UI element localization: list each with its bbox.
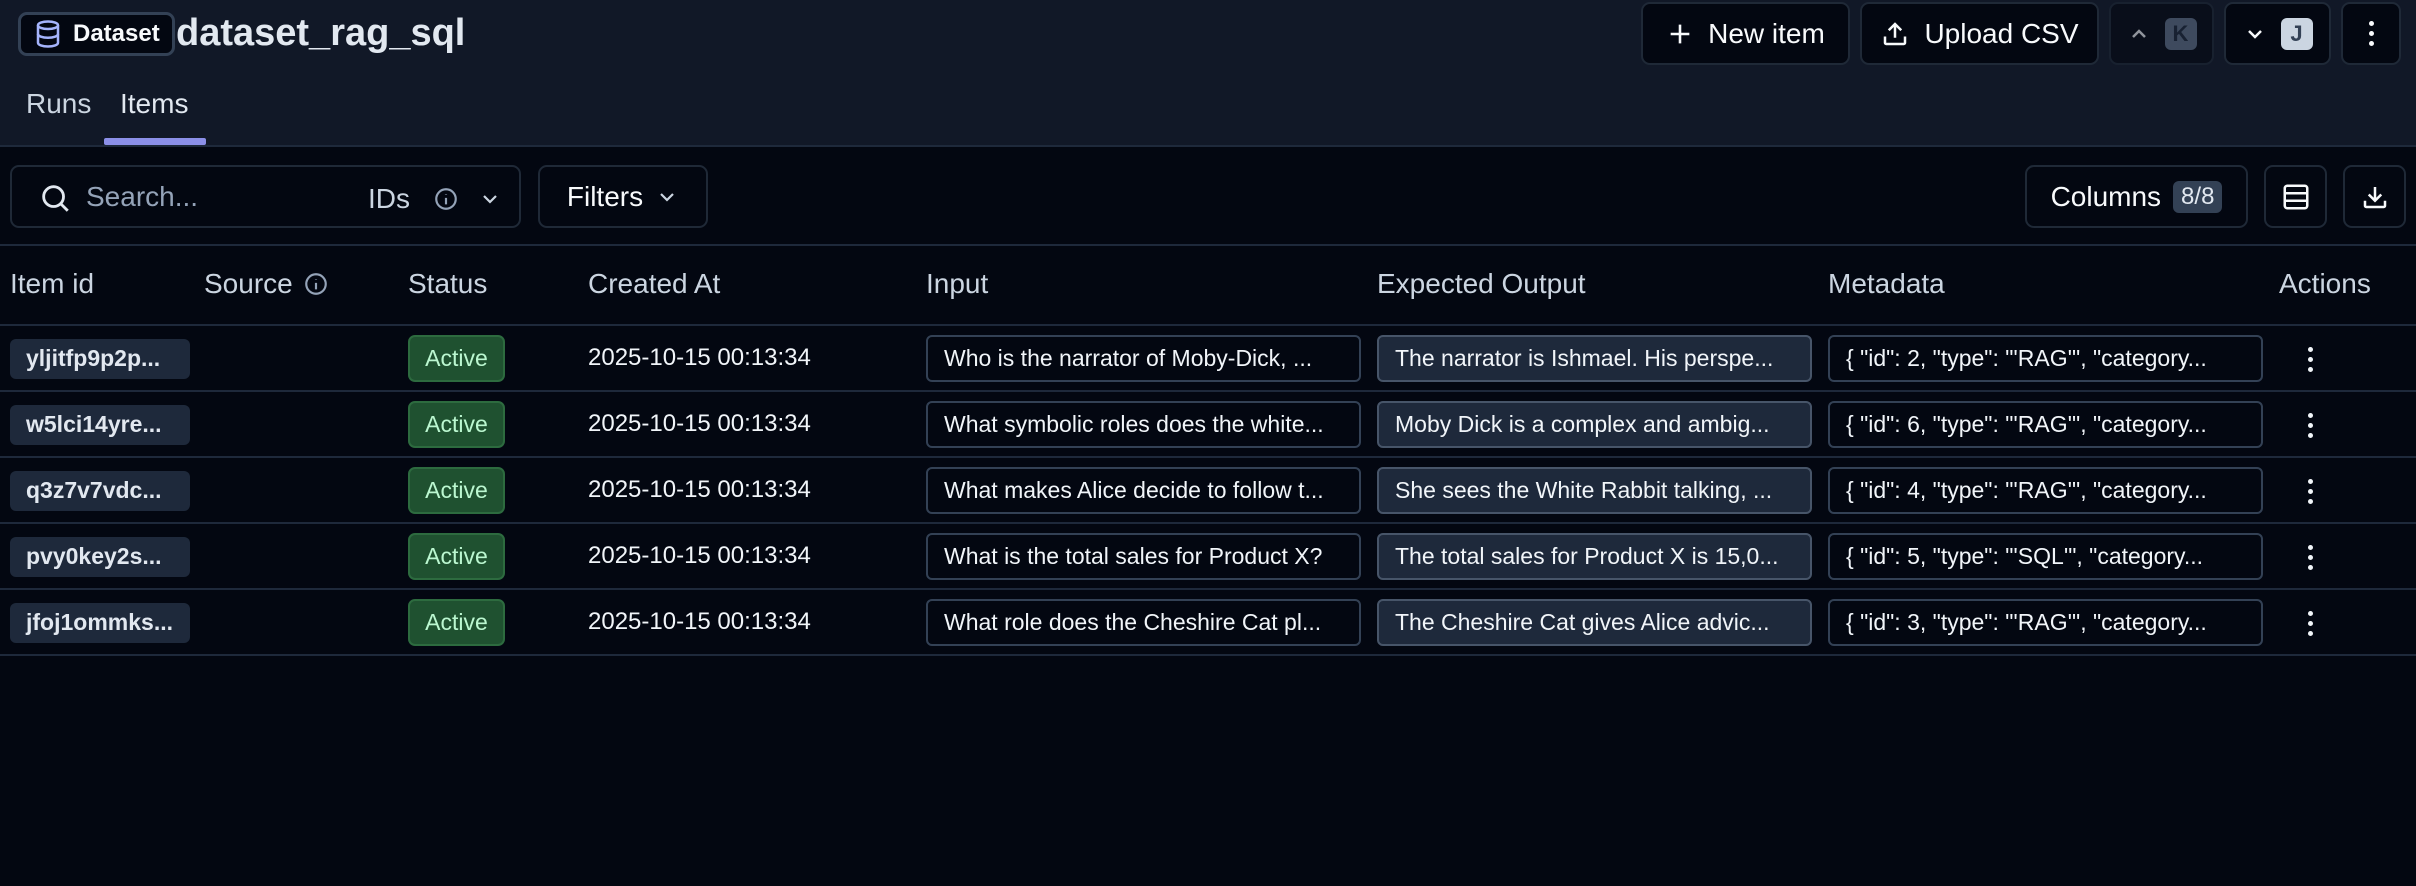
row-actions-menu-icon[interactable] [2298,406,2322,444]
status-badge: Active [408,401,505,448]
chevron-down-icon [660,192,674,202]
tab-items[interactable]: Items [120,88,188,120]
chevron-down-icon [2247,29,2262,39]
info-icon[interactable] [303,271,329,297]
more-vertical-icon [2368,21,2374,46]
download-icon [2363,186,2386,208]
search-input[interactable] [86,179,346,215]
dataset-badge-label: Dataset [73,20,160,47]
created-at-cell: 2025-10-15 00:13:34 [588,410,811,437]
new-item-button[interactable]: New item [1641,2,1850,65]
expected-output-cell[interactable]: The total sales for Product X is 15,0... [1377,533,1812,580]
chevron-up-icon [2131,28,2146,38]
shortcut-j-key: J [2280,17,2313,50]
input-cell[interactable]: Who is the narrator of Moby-Dick, ... [926,335,1361,382]
item-id-chip[interactable]: q3z7v7vdc... [10,471,190,511]
created-at-cell: 2025-10-15 00:13:34 [588,476,811,503]
metadata-cell[interactable]: { "id": 5, "type": "'SQL'", "category... [1828,533,2263,580]
status-badge: Active [408,467,505,514]
created-at-cell: 2025-10-15 00:13:34 [588,608,811,635]
column-header-item-id[interactable]: Item id [10,268,94,300]
item-id-chip[interactable]: pvy0key2s... [10,537,190,577]
item-id-chip[interactable]: jfoj1ommks... [10,603,190,643]
status-badge: Active [408,533,505,580]
metadata-cell[interactable]: { "id": 2, "type": "'RAG'", "category... [1828,335,2263,382]
row-actions-menu-icon[interactable] [2298,604,2322,642]
filters-label: Filters [566,180,644,212]
info-icon[interactable] [433,186,459,212]
download-button[interactable] [2343,165,2406,228]
table-row[interactable]: jfoj1ommks... Active 2025-10-15 00:13:34… [0,590,2416,656]
column-header-source[interactable]: Source [204,268,329,300]
table-row[interactable]: yljitfp9p2p... Active 2025-10-15 00:13:3… [0,326,2416,392]
columns-label: Columns [2050,180,2162,212]
upload-csv-label: Upload CSV [1924,17,2079,49]
page-header: Dataset dataset_rag_sql New item Upload … [0,0,2416,147]
dataset-badge: Dataset [18,12,175,56]
row-actions-menu-icon[interactable] [2298,472,2322,510]
search-scope-label[interactable]: IDs [368,183,410,215]
next-item-button[interactable]: J [2224,2,2331,65]
page-title: dataset_rag_sql [176,12,466,54]
column-header-metadata[interactable]: Metadata [1828,268,1945,300]
table-row[interactable]: q3z7v7vdc... Active 2025-10-15 00:13:34 … [0,458,2416,524]
input-cell[interactable]: What is the total sales for Product X? [926,533,1361,580]
input-cell[interactable]: What makes Alice decide to follow t... [926,467,1361,514]
expected-output-cell[interactable]: The narrator is Ishmael. His perspe... [1377,335,1812,382]
item-id-chip[interactable]: yljitfp9p2p... [10,339,190,379]
columns-count-badge: 8/8 [2173,180,2223,213]
tab-runs[interactable]: Runs [26,88,91,120]
column-header-input[interactable]: Input [926,268,988,300]
chevron-down-icon[interactable] [478,187,502,211]
previous-item-button[interactable]: K [2109,2,2214,65]
column-header-created-at[interactable]: Created At [588,268,720,300]
search-icon [42,185,69,212]
column-header-actions: Actions [2279,268,2371,299]
item-id-chip[interactable]: w5lci14yre... [10,405,190,445]
table-top-border [0,244,2416,246]
expected-output-cell[interactable]: Moby Dick is a complex and ambig... [1377,401,1812,448]
input-cell[interactable]: What symbolic roles does the white... [926,401,1361,448]
columns-button[interactable]: Columns 8/8 [2025,165,2248,228]
column-header-status[interactable]: Status [408,268,487,300]
input-cell[interactable]: What role does the Cheshire Cat pl... [926,599,1361,646]
column-header-expected-output[interactable]: Expected Output [1377,268,1586,300]
metadata-cell[interactable]: { "id": 4, "type": "'RAG'", "category... [1828,467,2263,514]
rows-icon [2283,184,2308,209]
new-item-label: New item [1708,17,1825,49]
filters-button[interactable]: Filters [538,165,708,228]
metadata-cell[interactable]: { "id": 3, "type": "'RAG'", "category... [1828,599,2263,646]
table-row[interactable]: w5lci14yre... Active 2025-10-15 00:13:34… [0,392,2416,458]
row-density-button[interactable] [2264,165,2327,228]
upload-icon [1884,21,1907,45]
metadata-cell[interactable]: { "id": 6, "type": "'RAG'", "category... [1828,401,2263,448]
created-at-cell: 2025-10-15 00:13:34 [588,344,811,371]
row-actions-menu-icon[interactable] [2298,340,2322,378]
status-badge: Active [408,335,505,382]
status-badge: Active [408,599,505,646]
database-icon [36,20,60,48]
created-at-cell: 2025-10-15 00:13:34 [588,542,811,569]
active-tab-indicator [104,138,206,145]
plus-icon [1670,24,1690,43]
table-row[interactable]: pvy0key2s... Active 2025-10-15 00:13:34 … [0,524,2416,590]
more-options-button[interactable] [2341,2,2401,65]
search-box: IDs [10,165,521,228]
upload-csv-button[interactable]: Upload CSV [1860,2,2099,65]
shortcut-k-key: K [2164,17,2197,50]
expected-output-cell[interactable]: The Cheshire Cat gives Alice advic... [1377,599,1812,646]
expected-output-cell[interactable]: She sees the White Rabbit talking, ... [1377,467,1812,514]
row-actions-menu-icon[interactable] [2298,538,2322,576]
